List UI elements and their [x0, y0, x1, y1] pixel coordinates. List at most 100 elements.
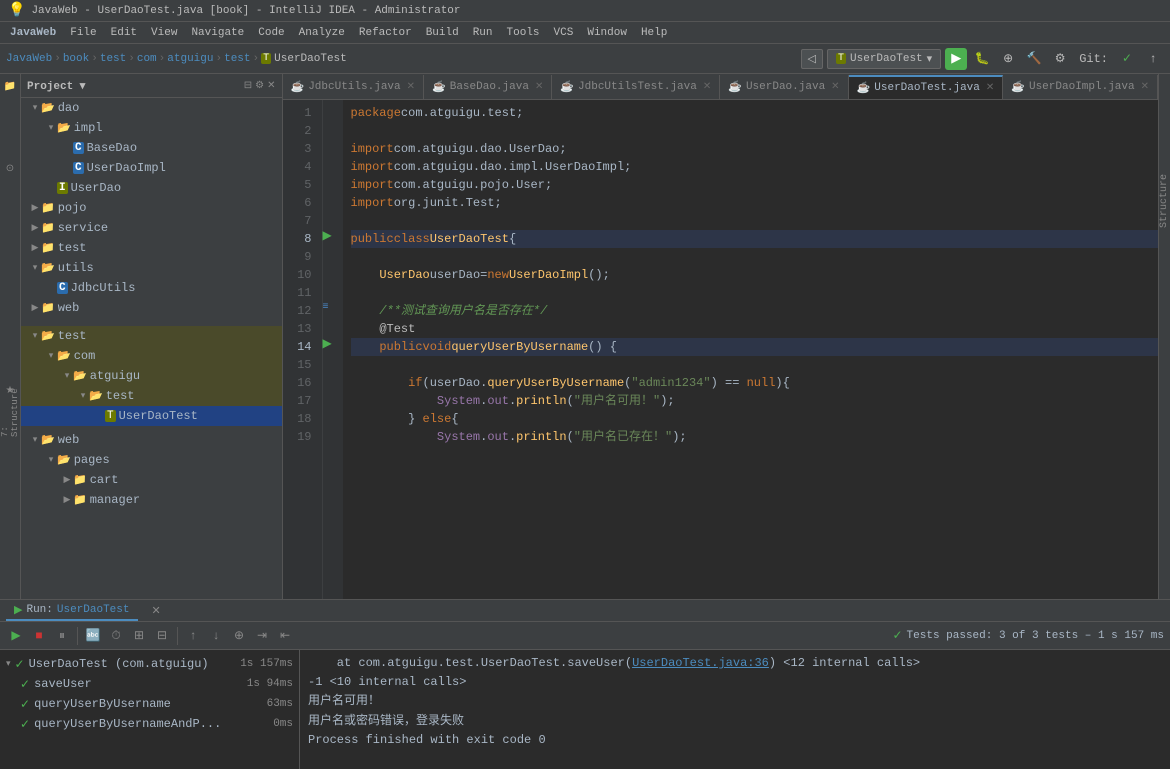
- toolbar-right: ◁ T UserDaoTest ▾ ▶ 🐛 ⊕ 🔨 ⚙ Git: ✓ ↑: [801, 48, 1164, 70]
- java-file-icon4: ☕: [728, 80, 742, 94]
- run-method-icon[interactable]: ▶: [323, 336, 332, 351]
- project-tree: ▾ 📂 dao ▾ 📂 impl C BaseDao C UserDaoImpl: [21, 98, 282, 599]
- tab-jdbcutils[interactable]: ☕ JdbcUtils.java ✕: [283, 75, 425, 99]
- run-result-userdaotest[interactable]: ▾ ✓ UserDaoTest (com.atguigu) 1s 157ms: [0, 654, 299, 674]
- tab-userdaotest[interactable]: ☕ UserDaoTest.java ✕: [849, 75, 1004, 99]
- breadcrumb-test1[interactable]: test: [100, 53, 126, 65]
- breadcrumb-atguigu[interactable]: atguigu: [167, 53, 213, 65]
- app-icon: 💡: [8, 2, 25, 19]
- java-file-icon3: ☕: [560, 80, 574, 94]
- tree-item-pojo[interactable]: ▶ 📁 pojo: [21, 198, 282, 218]
- tree-item-service[interactable]: ▶ 📁 service: [21, 218, 282, 238]
- tree-item-cart[interactable]: ▶ 📁 cart: [21, 470, 282, 490]
- tab-close-userdaotest[interactable]: ✕: [986, 82, 994, 94]
- breadcrumb-com[interactable]: com: [137, 53, 157, 65]
- tab-userdao[interactable]: ☕ UserDao.java ✕: [720, 75, 848, 99]
- tab-jdbcutilstest[interactable]: ☕ JdbcUtilsTest.java ✕: [552, 75, 720, 99]
- update-icon[interactable]: ↑: [1142, 48, 1164, 70]
- code-editor[interactable]: 1 2 3 4 5 6 7 8 9 10 11 12 13 14 15 16 1…: [283, 100, 1159, 599]
- menu-item-help[interactable]: Help: [635, 25, 673, 41]
- java-file-icon6: ☕: [1011, 80, 1025, 94]
- tree-item-web-main[interactable]: ▶ 📁 web: [21, 298, 282, 318]
- tab-close-jdbcutils[interactable]: ✕: [407, 81, 415, 93]
- tree-item-jdbcutils[interactable]: C JdbcUtils: [21, 278, 282, 298]
- collapse-all-icon[interactable]: ⊟: [244, 80, 252, 92]
- bottom-tabs-bar: ▶ Run: UserDaoTest ✕: [0, 600, 1170, 622]
- menu-item-javaweb[interactable]: JavaWeb: [4, 25, 62, 41]
- menu-item-run[interactable]: Run: [467, 25, 499, 41]
- tree-item-utils[interactable]: ▾ 📂 utils: [21, 258, 282, 278]
- tree-item-userdaotest[interactable]: T UserDaoTest: [21, 406, 282, 426]
- run-icon: ▶: [14, 603, 22, 617]
- menu-item-code[interactable]: Code: [252, 25, 290, 41]
- menu-item-edit[interactable]: Edit: [105, 25, 143, 41]
- structure-label[interactable]: Structure: [1159, 174, 1170, 228]
- tree-item-manager[interactable]: ▶ 📁 manager: [21, 490, 282, 510]
- menu-item-navigate[interactable]: Navigate: [185, 25, 250, 41]
- editor-area: ☕ JdbcUtils.java ✕ ☕ BaseDao.java ✕ ☕ Jd…: [283, 74, 1159, 599]
- run-class-icon[interactable]: ▶: [323, 228, 332, 243]
- menu-item-window[interactable]: Window: [581, 25, 633, 41]
- javadoc-icon: ≡: [323, 302, 329, 313]
- menu-item-refactor[interactable]: Refactor: [353, 25, 418, 41]
- debug-button[interactable]: 🐛: [971, 48, 993, 70]
- tree-item-userdaoimpl[interactable]: C UserDaoImpl: [21, 158, 282, 178]
- run-config-selector[interactable]: T UserDaoTest ▾: [827, 49, 941, 69]
- run-button[interactable]: ▶: [945, 48, 967, 70]
- run-result-queryuserbyusernameandp[interactable]: ✓ queryUserByUsernameAndP... 0ms: [0, 714, 299, 734]
- menu-item-build[interactable]: Build: [420, 25, 465, 41]
- result-label2: saveUser: [34, 677, 92, 691]
- breadcrumb-test2[interactable]: test: [224, 53, 250, 65]
- tree-item-atguigu[interactable]: ▾ 📂 atguigu: [21, 366, 282, 386]
- tree-item-com[interactable]: ▾ 📂 com: [21, 346, 282, 366]
- run-coverage-button[interactable]: ⊕: [997, 48, 1019, 70]
- tree-item-test-main[interactable]: ▶ 📁 test: [21, 238, 282, 258]
- settings-icon[interactable]: ⚙: [255, 80, 264, 92]
- breadcrumb-book[interactable]: book: [63, 53, 89, 65]
- tab-userdaoimpl[interactable]: ☕ UserDaoImpl.java ✕: [1003, 75, 1158, 99]
- tree-item-impl[interactable]: ▾ 📂 impl: [21, 118, 282, 138]
- run-result-saveuser[interactable]: ✓ saveUser 1s 94ms: [0, 674, 299, 694]
- code-content[interactable]: package com.atguigu.test; import com.atg…: [343, 100, 1159, 599]
- run-result-queryuserbyusername[interactable]: ✓ queryUserByUsername 63ms: [0, 694, 299, 714]
- close-panel-icon[interactable]: ✕: [267, 80, 275, 92]
- tree-item-userdao[interactable]: I UserDao: [21, 178, 282, 198]
- build-button[interactable]: 🔨: [1023, 48, 1045, 70]
- stack-trace-link[interactable]: UserDaoTest.java:36: [632, 656, 769, 670]
- project-icon[interactable]: 📁: [1, 78, 19, 96]
- commit-icon[interactable]: ⊙: [1, 160, 19, 178]
- tree-item-pages[interactable]: ▾ 📂 pages: [21, 450, 282, 470]
- run-config-label: UserDaoTest: [850, 53, 923, 65]
- status-summary: ✓ Tests passed: 3 of 3 tests – 1 s 157 m…: [892, 628, 1164, 643]
- breadcrumb-javaweb[interactable]: JavaWeb: [6, 53, 52, 65]
- result-label: UserDaoTest (com.atguigu): [29, 657, 209, 671]
- menu-item-vcs[interactable]: VCS: [548, 25, 580, 41]
- menu-item-analyze[interactable]: Analyze: [293, 25, 351, 41]
- settings-button[interactable]: ⚙: [1049, 48, 1071, 70]
- pass-icon: ✓: [892, 628, 902, 643]
- tab-close-userdaoimpl[interactable]: ✕: [1141, 81, 1149, 93]
- menu-item-file[interactable]: File: [64, 25, 102, 41]
- project-header-icons: ⊟ ⚙ ✕: [244, 80, 276, 92]
- tab-close-jdbcutilstest[interactable]: ✕: [703, 81, 711, 93]
- tree-item-web[interactable]: ▾ 📂 web: [21, 430, 282, 450]
- back-button[interactable]: ◁: [801, 49, 823, 69]
- structure-tab[interactable]: 7: Structure: [0, 404, 20, 422]
- output-line-1: at com.atguigu.test.UserDaoTest.saveUser…: [308, 654, 1162, 673]
- project-panel-title: Project ▾: [27, 79, 85, 93]
- java-file-icon: ☕: [291, 80, 305, 94]
- tree-item-test-root[interactable]: ▾ 📂 test: [21, 326, 282, 346]
- tree-item-test-inner[interactable]: ▾ 📂 test: [21, 386, 282, 406]
- tab-basedao[interactable]: ☕ BaseDao.java ✕: [424, 75, 552, 99]
- tree-item-basedao[interactable]: C BaseDao: [21, 138, 282, 158]
- project-panel: Project ▾ ⊟ ⚙ ✕ ▾ 📂 dao ▾ 📂 impl: [21, 74, 283, 599]
- run-tab-close[interactable]: ✕: [144, 602, 169, 620]
- title-bar-left: 💡 JavaWeb - UserDaoTest.java [book] - In…: [8, 2, 461, 19]
- tree-item-dao[interactable]: ▾ 📂 dao: [21, 98, 282, 118]
- tab-close-userdao[interactable]: ✕: [831, 81, 839, 93]
- run-tab[interactable]: ▶ Run: UserDaoTest: [6, 601, 138, 621]
- menu-item-tools[interactable]: Tools: [501, 25, 546, 41]
- project-panel-header: Project ▾ ⊟ ⚙ ✕: [21, 74, 282, 98]
- tab-close-basedao[interactable]: ✕: [535, 81, 543, 93]
- menu-item-view[interactable]: View: [145, 25, 183, 41]
